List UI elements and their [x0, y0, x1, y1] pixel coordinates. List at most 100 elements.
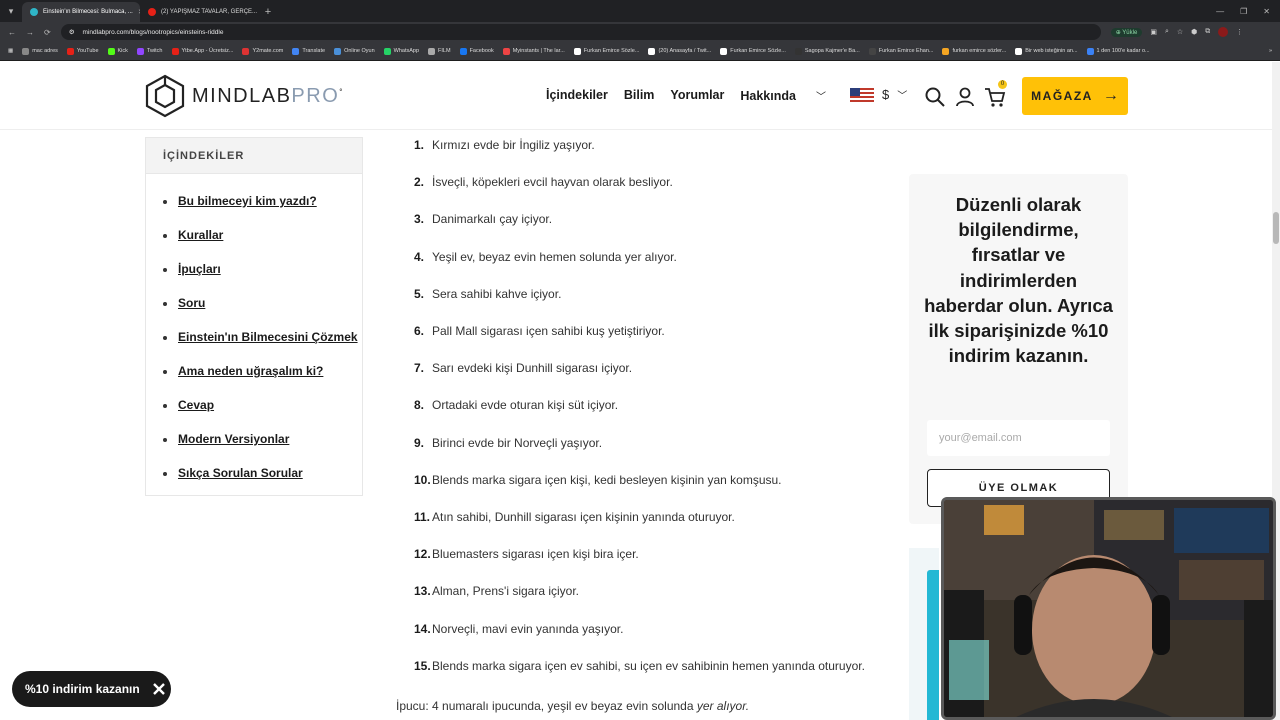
bookmark-label: WhatsApp: [393, 48, 420, 54]
minimize-icon[interactable]: —: [1216, 7, 1224, 16]
bookmark-item[interactable]: Kick: [107, 47, 128, 55]
toc-link[interactable]: Modern Versiyonlar: [178, 432, 289, 446]
extensions-puzzle-icon[interactable]: ⧉: [1205, 28, 1210, 36]
toc-link[interactable]: Cevap: [178, 398, 214, 412]
nav-about-label: Hakkında: [740, 89, 796, 103]
bookmark-label: Twitch: [146, 48, 163, 54]
bookmark-star-icon[interactable]: ☆: [1177, 28, 1183, 36]
streamer-webcam-image: [944, 500, 1273, 717]
toc-link[interactable]: Einstein'ın Bilmecesini Çözmek: [178, 330, 358, 344]
bookmark-item[interactable]: Online Oyun: [334, 47, 375, 55]
clue-text: Atın sahibi, Dunhill sigarası içen kişin…: [432, 510, 735, 524]
profile-avatar[interactable]: [1218, 27, 1229, 37]
clue-item: 11. Atın sahibi, Dunhill sigarası içen ki…: [414, 510, 735, 524]
browser-tab-einstein[interactable]: Einstein'ın Bilmecesi: Bulmaca, ... ✕: [22, 2, 140, 22]
logo-main-text: MINDLAB: [192, 84, 292, 107]
toc-link[interactable]: Soru: [178, 296, 205, 310]
nav-contents[interactable]: İçindekiler: [546, 88, 608, 103]
cart-icon[interactable]: [984, 86, 1006, 108]
bullet-icon: [163, 199, 167, 204]
bookmark-item[interactable]: 1 den 100'e kadar o...: [1086, 47, 1150, 55]
bookmark-item[interactable]: WhatsApp: [383, 47, 420, 55]
search-icon[interactable]: [924, 86, 946, 108]
bookmark-label: furkan emirce sözler...: [952, 48, 1007, 54]
zoom-icon[interactable]: ⌕: [1165, 28, 1169, 36]
toc-link[interactable]: İpuçları: [178, 262, 221, 276]
arrow-right-icon: →: [1102, 87, 1119, 104]
bookmark-item[interactable]: Y2mate.com: [242, 47, 283, 55]
logo-pro-text: PRO: [291, 84, 340, 107]
maximize-icon[interactable]: ❐: [1240, 7, 1247, 16]
clue-number: 6.: [414, 324, 425, 338]
new-tab-plus-icon[interactable]: +: [258, 2, 278, 22]
bookmark-item[interactable]: Furkan Emirce Sözle...: [573, 47, 639, 55]
toc-link[interactable]: Bu bilmeceyi kim yazdı?: [178, 194, 317, 208]
url-field[interactable]: ⚙ mindlabpro.com/blogs/nootropics/einste…: [60, 24, 1101, 40]
hexagon-logo-icon: [145, 74, 185, 118]
clue-text: Danimarkalı çay içiyor.: [432, 212, 553, 227]
nav-science[interactable]: Bilim: [624, 88, 655, 103]
nav-reviews[interactable]: Yorumlar: [670, 88, 724, 103]
nav-about[interactable]: Hakkında ﹀: [740, 88, 842, 103]
bookmark-item[interactable]: furkan emirce sözler...: [942, 47, 1007, 55]
translate-icon[interactable]: ▣: [1150, 28, 1157, 36]
clue-text: Ortadaki evde oturan kişi süt içiyor.: [432, 398, 619, 413]
toc-link[interactable]: Kurallar: [178, 228, 223, 242]
bookmark-favicon-icon: [794, 47, 802, 55]
bookmark-favicon-icon: [171, 47, 179, 55]
email-field[interactable]: your@email.com: [927, 420, 1110, 456]
install-app-button[interactable]: ⊕ Yükle: [1110, 27, 1143, 37]
shop-button[interactable]: MAĞAZA →: [1022, 77, 1128, 115]
bookmark-item[interactable]: FILM: [428, 47, 451, 55]
newsletter-box: Düzenli olarak bilgilendirme, fırsatlar …: [909, 174, 1128, 524]
bookmark-item[interactable]: Myinstants | The lar...: [502, 47, 565, 55]
bookmark-item[interactable]: Furkan Emirce Sözle...: [720, 47, 786, 55]
clue-number: 7.: [414, 361, 425, 376]
bullet-icon: [163, 471, 167, 476]
close-icon[interactable]: [152, 683, 165, 695]
browser-menu-icon[interactable]: ⋮: [1236, 28, 1243, 36]
tab-search-icon[interactable]: ▾: [0, 0, 22, 22]
discount-promo-pill[interactable]: %10 indirim kazanın: [12, 671, 171, 707]
side-promo-banner[interactable]: [909, 548, 939, 720]
bookmark-item[interactable]: Twitch: [136, 47, 163, 55]
forward-arrow-icon[interactable]: →: [26, 28, 34, 37]
logo-wordmark: MINDLABPRO°: [192, 84, 344, 107]
bookmark-item[interactable]: YouTube: [66, 47, 99, 55]
toc-link[interactable]: Ama neden uğraşalım ki?: [178, 364, 323, 378]
bookmark-item[interactable]: Furkan Emirce Ehan...: [868, 47, 933, 55]
clue-item: 15.Blends marka sigara içen ev sahibi, s…: [414, 659, 865, 673]
browser-tab-youtube[interactable]: (2) YAPIŞMAZ TAVALAR, GERÇE... ✕: [140, 2, 258, 22]
bookmark-label: Myinstants | The lar...: [512, 48, 565, 54]
bookmark-item[interactable]: Ytbe.App - Ücretsiz...: [171, 47, 233, 55]
bookmark-item[interactable]: Sagopa Kajmer'e Ba...: [794, 47, 860, 55]
site-logo[interactable]: MINDLABPRO°: [144, 74, 344, 118]
apps-grid-icon[interactable]: ▦: [8, 48, 13, 54]
account-icon[interactable]: [954, 86, 976, 108]
bookmark-favicon-icon: [573, 47, 581, 55]
tab-favicon-icon: [30, 8, 38, 16]
bullet-icon: [163, 403, 167, 408]
site-info-icon[interactable]: ⚙: [69, 28, 75, 36]
window-close-icon[interactable]: ✕: [1263, 7, 1270, 16]
bookmark-item[interactable]: Bir web isteğinin an...: [1015, 47, 1078, 55]
bookmark-item[interactable]: Facebook: [459, 47, 494, 55]
bookmark-item[interactable]: (20) Anasayfa / Twit...: [648, 47, 711, 55]
bookmark-favicon-icon: [334, 47, 342, 55]
more-bookmarks-icon[interactable]: »: [1269, 48, 1280, 54]
scroll-thumb[interactable]: [1273, 212, 1279, 244]
toc-link[interactable]: Sıkça Sorulan Sorular: [178, 466, 303, 480]
bookmark-item[interactable]: Translate: [292, 47, 325, 55]
bookmark-item[interactable]: mac adres: [22, 47, 58, 55]
bookmark-favicon-icon: [428, 47, 436, 55]
clue-text: Blends marka sigara içen ev sahibi, su i…: [432, 658, 865, 673]
toc-item: Bu bilmeceyi kim yazdı?: [163, 192, 362, 211]
currency-selector[interactable]: $ ﹀: [850, 87, 907, 102]
toc-item: İpuçları: [163, 260, 362, 279]
back-arrow-icon[interactable]: ←: [8, 28, 16, 37]
extension-icon[interactable]: ⬢: [1191, 28, 1197, 36]
reload-icon[interactable]: ⟳: [44, 28, 51, 37]
bookmark-favicon-icon: [720, 47, 728, 55]
clue-number: 11.: [414, 510, 431, 524]
bookmark-favicon-icon: [502, 47, 510, 55]
